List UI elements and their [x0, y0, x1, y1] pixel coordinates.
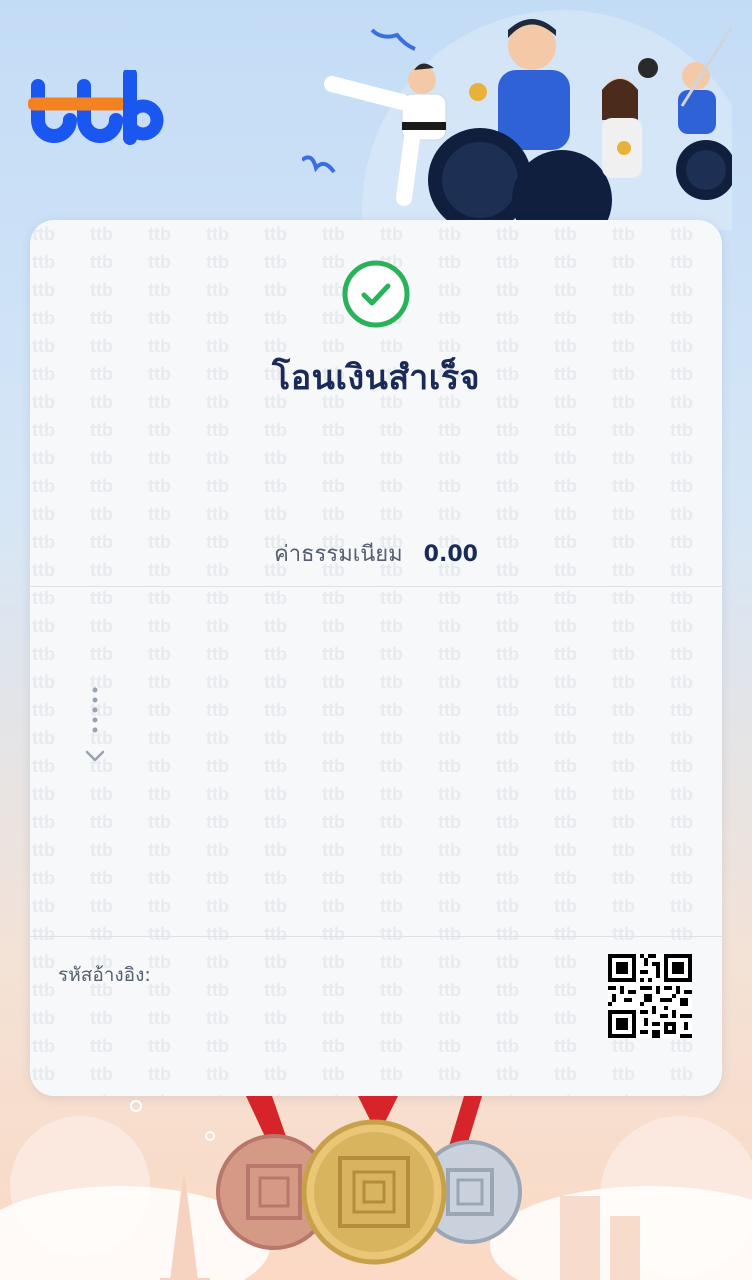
chevron-down-icon	[85, 750, 105, 762]
athletes-illustration	[302, 10, 732, 230]
divider	[30, 586, 722, 587]
divider	[30, 936, 722, 937]
check-circle-icon	[342, 260, 410, 328]
ttb-logo	[28, 70, 164, 145]
dotted-line-icon	[92, 687, 98, 733]
qr-code-icon[interactable]	[608, 954, 692, 1038]
fee-row: ค่าธรรมเนียม 0.00	[30, 536, 722, 571]
page-title: โอนเงินสำเร็จ	[271, 358, 481, 398]
ttb-logo-mark	[28, 70, 164, 145]
fee-value: 0.00	[423, 542, 478, 567]
expand-details-toggle[interactable]	[80, 686, 110, 770]
reference-label: รหัสอ้างอิง:	[58, 964, 151, 986]
medals-illustration	[216, 1096, 522, 1265]
transfer-receipt-card: ttb โอนเงินสำเร็จ ค่าธรรมเนียม 0.00 รหัส…	[30, 220, 722, 1096]
fee-label: ค่าธรรมเนียม	[274, 542, 403, 567]
